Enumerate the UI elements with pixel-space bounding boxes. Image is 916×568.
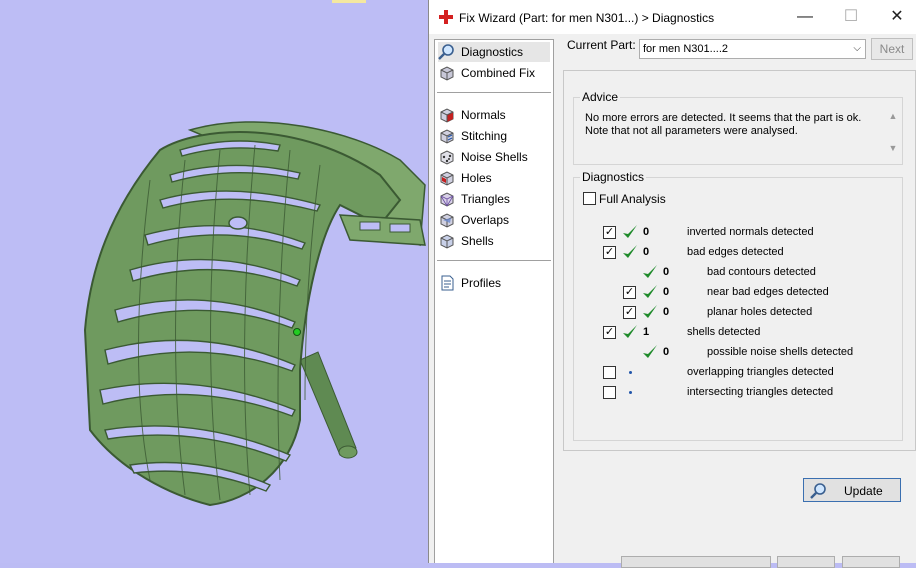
- 3d-viewport[interactable]: [0, 0, 430, 563]
- row-label: intersecting triangles detected: [687, 386, 834, 398]
- close-button[interactable]: ✕: [875, 4, 916, 30]
- row-label: planar holes detected: [707, 306, 813, 318]
- row-checkbox[interactable]: ✓: [623, 306, 636, 319]
- title-bar[interactable]: Fix Wizard (Part: for men N301...) > Dia…: [429, 0, 916, 34]
- current-part-value: for men N301....2: [643, 43, 728, 55]
- update-button[interactable]: Update: [803, 478, 901, 502]
- nav-item-normals[interactable]: Normals: [438, 105, 550, 125]
- maximize-button[interactable]: ☐: [829, 4, 873, 30]
- advice-scrollbar[interactable]: ▲ ▼: [886, 111, 900, 163]
- window-title: Fix Wizard (Part: for men N301...) > Dia…: [459, 11, 715, 25]
- magnifier-icon: [810, 483, 826, 499]
- nav-item-triangles[interactable]: Triangles: [438, 189, 550, 209]
- green-check-icon: [623, 245, 637, 258]
- row-count: 0: [663, 286, 670, 298]
- scroll-up-icon[interactable]: ▲: [886, 111, 900, 121]
- nav-item-combined-fix[interactable]: Combined Fix: [438, 63, 550, 83]
- row-label: shells detected: [687, 326, 761, 338]
- row-count: 0: [663, 266, 670, 278]
- row-checkbox[interactable]: [603, 386, 616, 399]
- nav-item-diagnostics[interactable]: Diagnostics: [438, 42, 550, 62]
- full-analysis-checkbox[interactable]: [583, 192, 596, 205]
- advice-title: Advice: [580, 90, 621, 104]
- nav-item-label: Overlaps: [461, 213, 510, 227]
- nav-item-overlaps[interactable]: Overlaps: [438, 210, 550, 230]
- diagnostics-group: Diagnostics Full Analysis ✓ 0 inverted nor…: [573, 170, 903, 502]
- nav-item-shells[interactable]: Shells: [438, 231, 550, 251]
- green-check-icon: [623, 225, 637, 238]
- row-label: inverted normals detected: [687, 226, 814, 238]
- normals-cube-icon: [440, 108, 454, 123]
- bottom-button[interactable]: [621, 556, 771, 568]
- green-check-icon: [643, 305, 657, 318]
- nav-item-holes[interactable]: Holes: [438, 168, 550, 188]
- nav-item-label: Noise Shells: [461, 150, 528, 164]
- triangles-cube-icon: [440, 192, 454, 207]
- row-count: 0: [663, 306, 670, 318]
- pending-dot-icon: [629, 371, 632, 374]
- nav-item-noise-shells[interactable]: Noise Shells: [438, 147, 550, 167]
- diagnostics-title: Diagnostics: [580, 170, 647, 184]
- full-analysis-label: Full Analysis: [599, 192, 666, 206]
- advice-text: No more errors are detected. It seems th…: [577, 111, 882, 163]
- row-count: 0: [663, 346, 670, 358]
- minimize-button[interactable]: —: [783, 4, 827, 30]
- stitching-cube-icon: [440, 129, 454, 144]
- fix-wizard-dialog: Fix Wizard (Part: for men N301...) > Dia…: [428, 0, 916, 568]
- nav-panel: Diagnostics Combined Fix Normals Stitchi…: [434, 39, 554, 563]
- mesh-model: [83, 0, 426, 507]
- update-label: Update: [844, 484, 883, 498]
- row-checkbox[interactable]: ✓: [603, 246, 616, 259]
- row-checkbox[interactable]: ✓: [623, 286, 636, 299]
- row-checkbox[interactable]: [603, 366, 616, 379]
- chevron-down-icon: ⌵: [853, 43, 861, 54]
- bottom-button[interactable]: [842, 556, 900, 568]
- scroll-down-icon[interactable]: ▼: [886, 143, 900, 153]
- green-check-icon: [623, 325, 637, 338]
- row-count: 0: [643, 246, 650, 258]
- bottom-button[interactable]: [777, 556, 835, 568]
- current-part-label: Current Part:: [567, 38, 636, 52]
- advice-group: Advice No more errors are detected. It s…: [573, 90, 903, 165]
- holes-cube-icon: [440, 171, 454, 186]
- current-part-select[interactable]: for men N301....2 ⌵: [639, 39, 866, 59]
- nav-separator: [437, 92, 551, 93]
- row-label: possible noise shells detected: [707, 346, 854, 358]
- row-label: bad contours detected: [707, 266, 816, 278]
- green-check-icon: [643, 265, 657, 278]
- row-label: near bad edges detected: [707, 286, 829, 298]
- nav-item-label: Holes: [461, 171, 492, 185]
- dialog-content: Diagnostics Combined Fix Normals Stitchi…: [429, 34, 916, 568]
- row-count: 1: [643, 326, 650, 338]
- nav-item-label: Diagnostics: [461, 45, 524, 59]
- combined-fix-icon: [440, 66, 454, 81]
- green-check-icon: [643, 345, 657, 358]
- green-check-icon: [643, 285, 657, 298]
- nav-item-label: Stitching: [461, 129, 508, 143]
- document-icon: [441, 275, 454, 291]
- row-label: bad edges detected: [687, 246, 784, 258]
- nav-item-label: Shells: [461, 234, 494, 248]
- row-checkbox[interactable]: ✓: [603, 226, 616, 239]
- row-checkbox[interactable]: ✓: [603, 326, 616, 339]
- pending-dot-icon: [629, 391, 632, 394]
- nav-separator: [437, 260, 551, 261]
- nav-item-label: Normals: [461, 108, 506, 122]
- nav-item-stitching[interactable]: Stitching: [438, 126, 550, 146]
- magnifier-icon: [438, 44, 454, 60]
- diagnostics-panel: Advice No more errors are detected. It s…: [563, 70, 916, 502]
- overlaps-cube-icon: [440, 213, 454, 228]
- noise-shells-icon: [440, 150, 454, 165]
- nav-item-label: Triangles: [461, 192, 510, 206]
- nav-item-label: Combined Fix: [461, 66, 536, 80]
- nav-item-profiles[interactable]: Profiles: [438, 273, 550, 293]
- next-button[interactable]: Next: [871, 38, 913, 60]
- row-label: overlapping triangles detected: [687, 366, 834, 378]
- red-cross-icon: [439, 10, 453, 24]
- shells-cube-icon: [440, 234, 454, 249]
- nav-item-label: Profiles: [461, 276, 502, 290]
- row-count: 0: [643, 226, 650, 238]
